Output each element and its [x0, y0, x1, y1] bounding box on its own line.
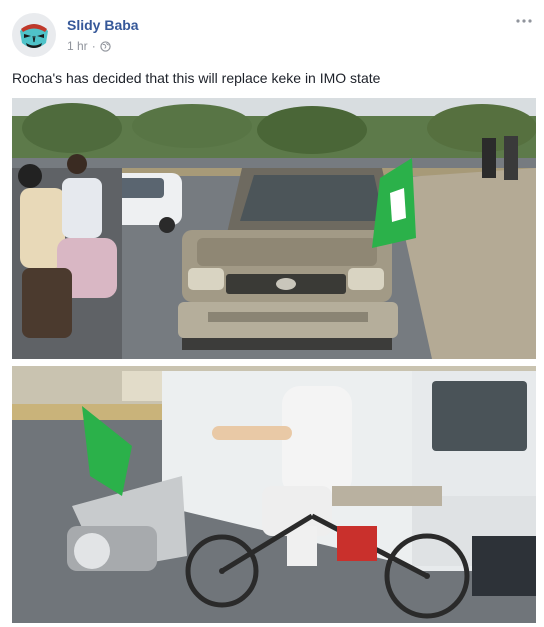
author-name-link[interactable]: Slidy Baba [67, 17, 139, 33]
post-body-text: Rocha's has decided that this will repla… [12, 70, 381, 86]
more-options-button[interactable] [513, 10, 535, 32]
post-timestamp[interactable]: 1 hr [67, 39, 88, 53]
post-photo-car[interactable] [12, 98, 536, 359]
post-meta: 1 hr · [67, 39, 111, 53]
author-avatar[interactable] [12, 13, 56, 57]
more-horizontal-icon [516, 19, 532, 23]
meta-separator: · [91, 39, 96, 53]
post-photo-rickshaw[interactable] [12, 366, 536, 623]
mask-avatar-image [12, 13, 56, 57]
feed-post: Slidy Baba 1 hr · Rocha's has decided th… [0, 0, 544, 627]
globe-icon[interactable] [100, 40, 111, 52]
